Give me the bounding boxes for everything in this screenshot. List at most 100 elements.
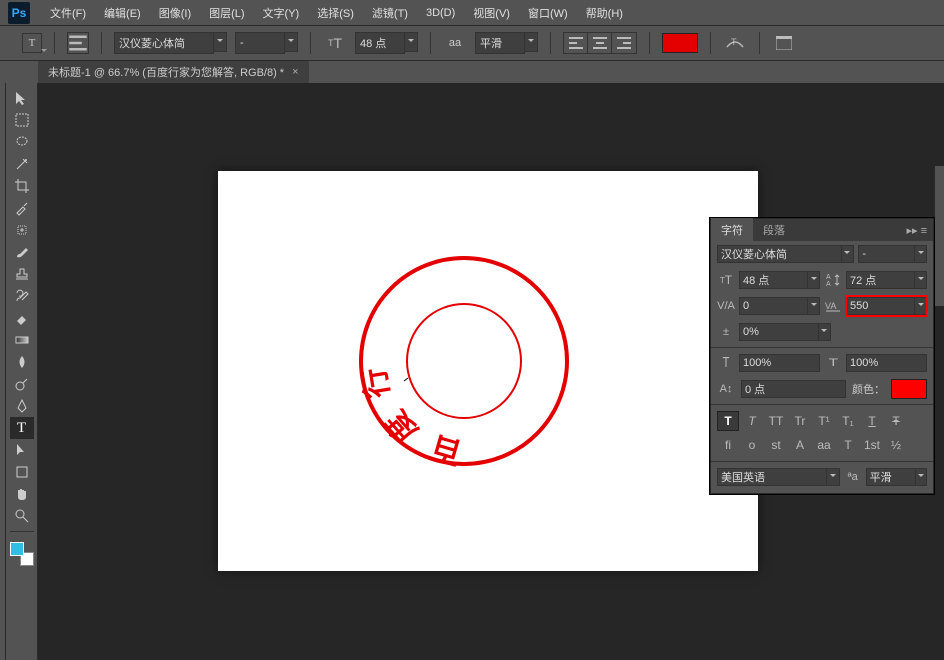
document-tab[interactable]: 未标题-1 @ 66.7% (百度行家为您解答, RGB/8) * × bbox=[38, 61, 309, 83]
font-size-combo[interactable]: 48 点 bbox=[355, 32, 418, 54]
font-family-value: 汉仪菱心体简 bbox=[114, 32, 214, 54]
ordinal-button[interactable]: aa bbox=[813, 435, 835, 455]
tab-paragraph[interactable]: 段落 bbox=[753, 218, 795, 242]
type-tool[interactable]: T bbox=[10, 417, 34, 439]
panel-language[interactable] bbox=[717, 467, 840, 487]
smallcaps-button[interactable]: Tr bbox=[789, 411, 811, 431]
bold-button[interactable]: T bbox=[717, 411, 739, 431]
panel-font-size[interactable] bbox=[739, 270, 820, 290]
options-bar: T 汉仪菱心体简 - TT 48 点 aa 平滑 T bbox=[0, 25, 944, 61]
path-selection-tool[interactable] bbox=[10, 439, 34, 461]
antialias-combo[interactable]: 平滑 bbox=[475, 32, 538, 54]
panel-color-swatch[interactable] bbox=[891, 379, 927, 399]
eraser-tool[interactable] bbox=[10, 307, 34, 329]
ordinals-button[interactable]: 1st bbox=[861, 435, 883, 455]
toggle-panels-button[interactable] bbox=[772, 32, 796, 54]
zoom-tool[interactable] bbox=[10, 505, 34, 527]
warp-text-button[interactable]: T bbox=[723, 32, 747, 54]
baseline-icon: A↕ bbox=[717, 383, 735, 395]
brush-tool[interactable] bbox=[10, 241, 34, 263]
move-tool[interactable] bbox=[10, 87, 34, 109]
font-family-combo[interactable]: 汉仪菱心体简 bbox=[114, 32, 227, 54]
panel-tracking[interactable] bbox=[846, 296, 927, 316]
dodge-tool[interactable] bbox=[10, 373, 34, 395]
ligature-button[interactable]: fi bbox=[717, 435, 739, 455]
strikethrough-button[interactable]: Ŧ bbox=[885, 411, 907, 431]
panel-collapse-icon[interactable]: ▸▸ ≡ bbox=[900, 224, 933, 237]
menu-type[interactable]: 文字(Y) bbox=[255, 2, 308, 24]
text-orientation-toggle[interactable] bbox=[67, 32, 89, 54]
pen-tool[interactable] bbox=[10, 395, 34, 417]
tab-character[interactable]: 字符 bbox=[711, 218, 753, 242]
panel-tabs: 字符 段落 ▸▸ ≡ bbox=[711, 219, 933, 241]
eyedropper-tool[interactable] bbox=[10, 197, 34, 219]
swash-button[interactable]: T bbox=[837, 435, 859, 455]
panel-kerning[interactable] bbox=[739, 296, 820, 316]
panel-antialias[interactable] bbox=[866, 467, 927, 487]
font-style-combo[interactable]: - bbox=[235, 32, 298, 54]
underline-button[interactable]: T bbox=[861, 411, 883, 431]
menu-view[interactable]: 视图(V) bbox=[465, 2, 518, 24]
magic-wand-tool[interactable] bbox=[10, 153, 34, 175]
text-color-swatch[interactable] bbox=[662, 33, 698, 53]
blur-tool[interactable] bbox=[10, 351, 34, 373]
subscript-button[interactable]: T₁ bbox=[837, 411, 859, 431]
hand-tool[interactable] bbox=[10, 483, 34, 505]
menu-select[interactable]: 选择(S) bbox=[309, 2, 362, 24]
menu-layer[interactable]: 图层(L) bbox=[201, 2, 252, 24]
artboard[interactable]: 百度行家为您解答 bbox=[218, 171, 758, 571]
healing-tool[interactable] bbox=[10, 219, 34, 241]
lasso-tool[interactable] bbox=[10, 131, 34, 153]
marquee-tool[interactable] bbox=[10, 109, 34, 131]
close-tab-button[interactable]: × bbox=[292, 66, 298, 78]
vert-scale-icon: T bbox=[717, 357, 735, 369]
history-brush-tool[interactable] bbox=[10, 285, 34, 307]
chevron-down-icon[interactable] bbox=[404, 32, 418, 52]
color-swatches[interactable] bbox=[10, 542, 34, 566]
stamp-tool[interactable] bbox=[10, 263, 34, 285]
panel-divider bbox=[711, 347, 933, 348]
panel-font-style[interactable] bbox=[858, 244, 927, 264]
text-align-group bbox=[563, 32, 637, 54]
menu-filter[interactable]: 滤镜(T) bbox=[364, 2, 416, 24]
current-tool-indicator[interactable]: T bbox=[22, 33, 42, 53]
panel-horz-scale[interactable] bbox=[846, 353, 927, 373]
menu-window[interactable]: 窗口(W) bbox=[520, 2, 576, 24]
oldstyle-button[interactable]: o bbox=[741, 435, 763, 455]
type-style-row-1: T T TT Tr T¹ T₁ T Ŧ bbox=[711, 407, 933, 435]
crop-tool[interactable] bbox=[10, 175, 34, 197]
align-center-button[interactable] bbox=[588, 33, 612, 53]
menu-help[interactable]: 帮助(H) bbox=[578, 2, 631, 24]
menu-image[interactable]: 图像(I) bbox=[151, 2, 199, 24]
menu-edit[interactable]: 编辑(E) bbox=[96, 2, 149, 24]
chevron-down-icon[interactable] bbox=[284, 32, 298, 52]
superscript-button[interactable]: T¹ bbox=[813, 411, 835, 431]
fractions-button[interactable]: ½ bbox=[885, 435, 907, 455]
separator bbox=[649, 32, 650, 54]
panel-font-family[interactable] bbox=[717, 244, 854, 264]
gradient-tool[interactable] bbox=[10, 329, 34, 351]
italic-button[interactable]: T bbox=[741, 411, 763, 431]
chevron-down-icon[interactable] bbox=[213, 32, 227, 52]
align-left-button[interactable] bbox=[564, 33, 588, 53]
titling-button[interactable]: A bbox=[789, 435, 811, 455]
font-style-value: - bbox=[235, 32, 285, 54]
foreground-color[interactable] bbox=[10, 542, 24, 556]
menu-3d[interactable]: 3D(D) bbox=[418, 4, 463, 22]
antialias-value: 平滑 bbox=[475, 32, 525, 54]
align-right-button[interactable] bbox=[612, 33, 636, 53]
svg-text:VA: VA bbox=[825, 301, 836, 311]
stylistic-button[interactable]: st bbox=[765, 435, 787, 455]
shape-tool[interactable] bbox=[10, 461, 34, 483]
chevron-down-icon[interactable] bbox=[524, 32, 538, 52]
panel-scale[interactable] bbox=[739, 322, 831, 342]
panel-baseline[interactable] bbox=[741, 379, 846, 399]
panel-vert-scale[interactable] bbox=[739, 353, 820, 373]
font-size-value: 48 点 bbox=[355, 32, 405, 54]
allcaps-button[interactable]: TT bbox=[765, 411, 787, 431]
menu-file[interactable]: 文件(F) bbox=[42, 2, 94, 24]
panel-leading[interactable] bbox=[846, 270, 927, 290]
toolbox-divider bbox=[10, 531, 34, 532]
right-panel-strip[interactable] bbox=[934, 166, 944, 306]
document-title: 未标题-1 @ 66.7% (百度行家为您解答, RGB/8) * bbox=[48, 64, 284, 80]
